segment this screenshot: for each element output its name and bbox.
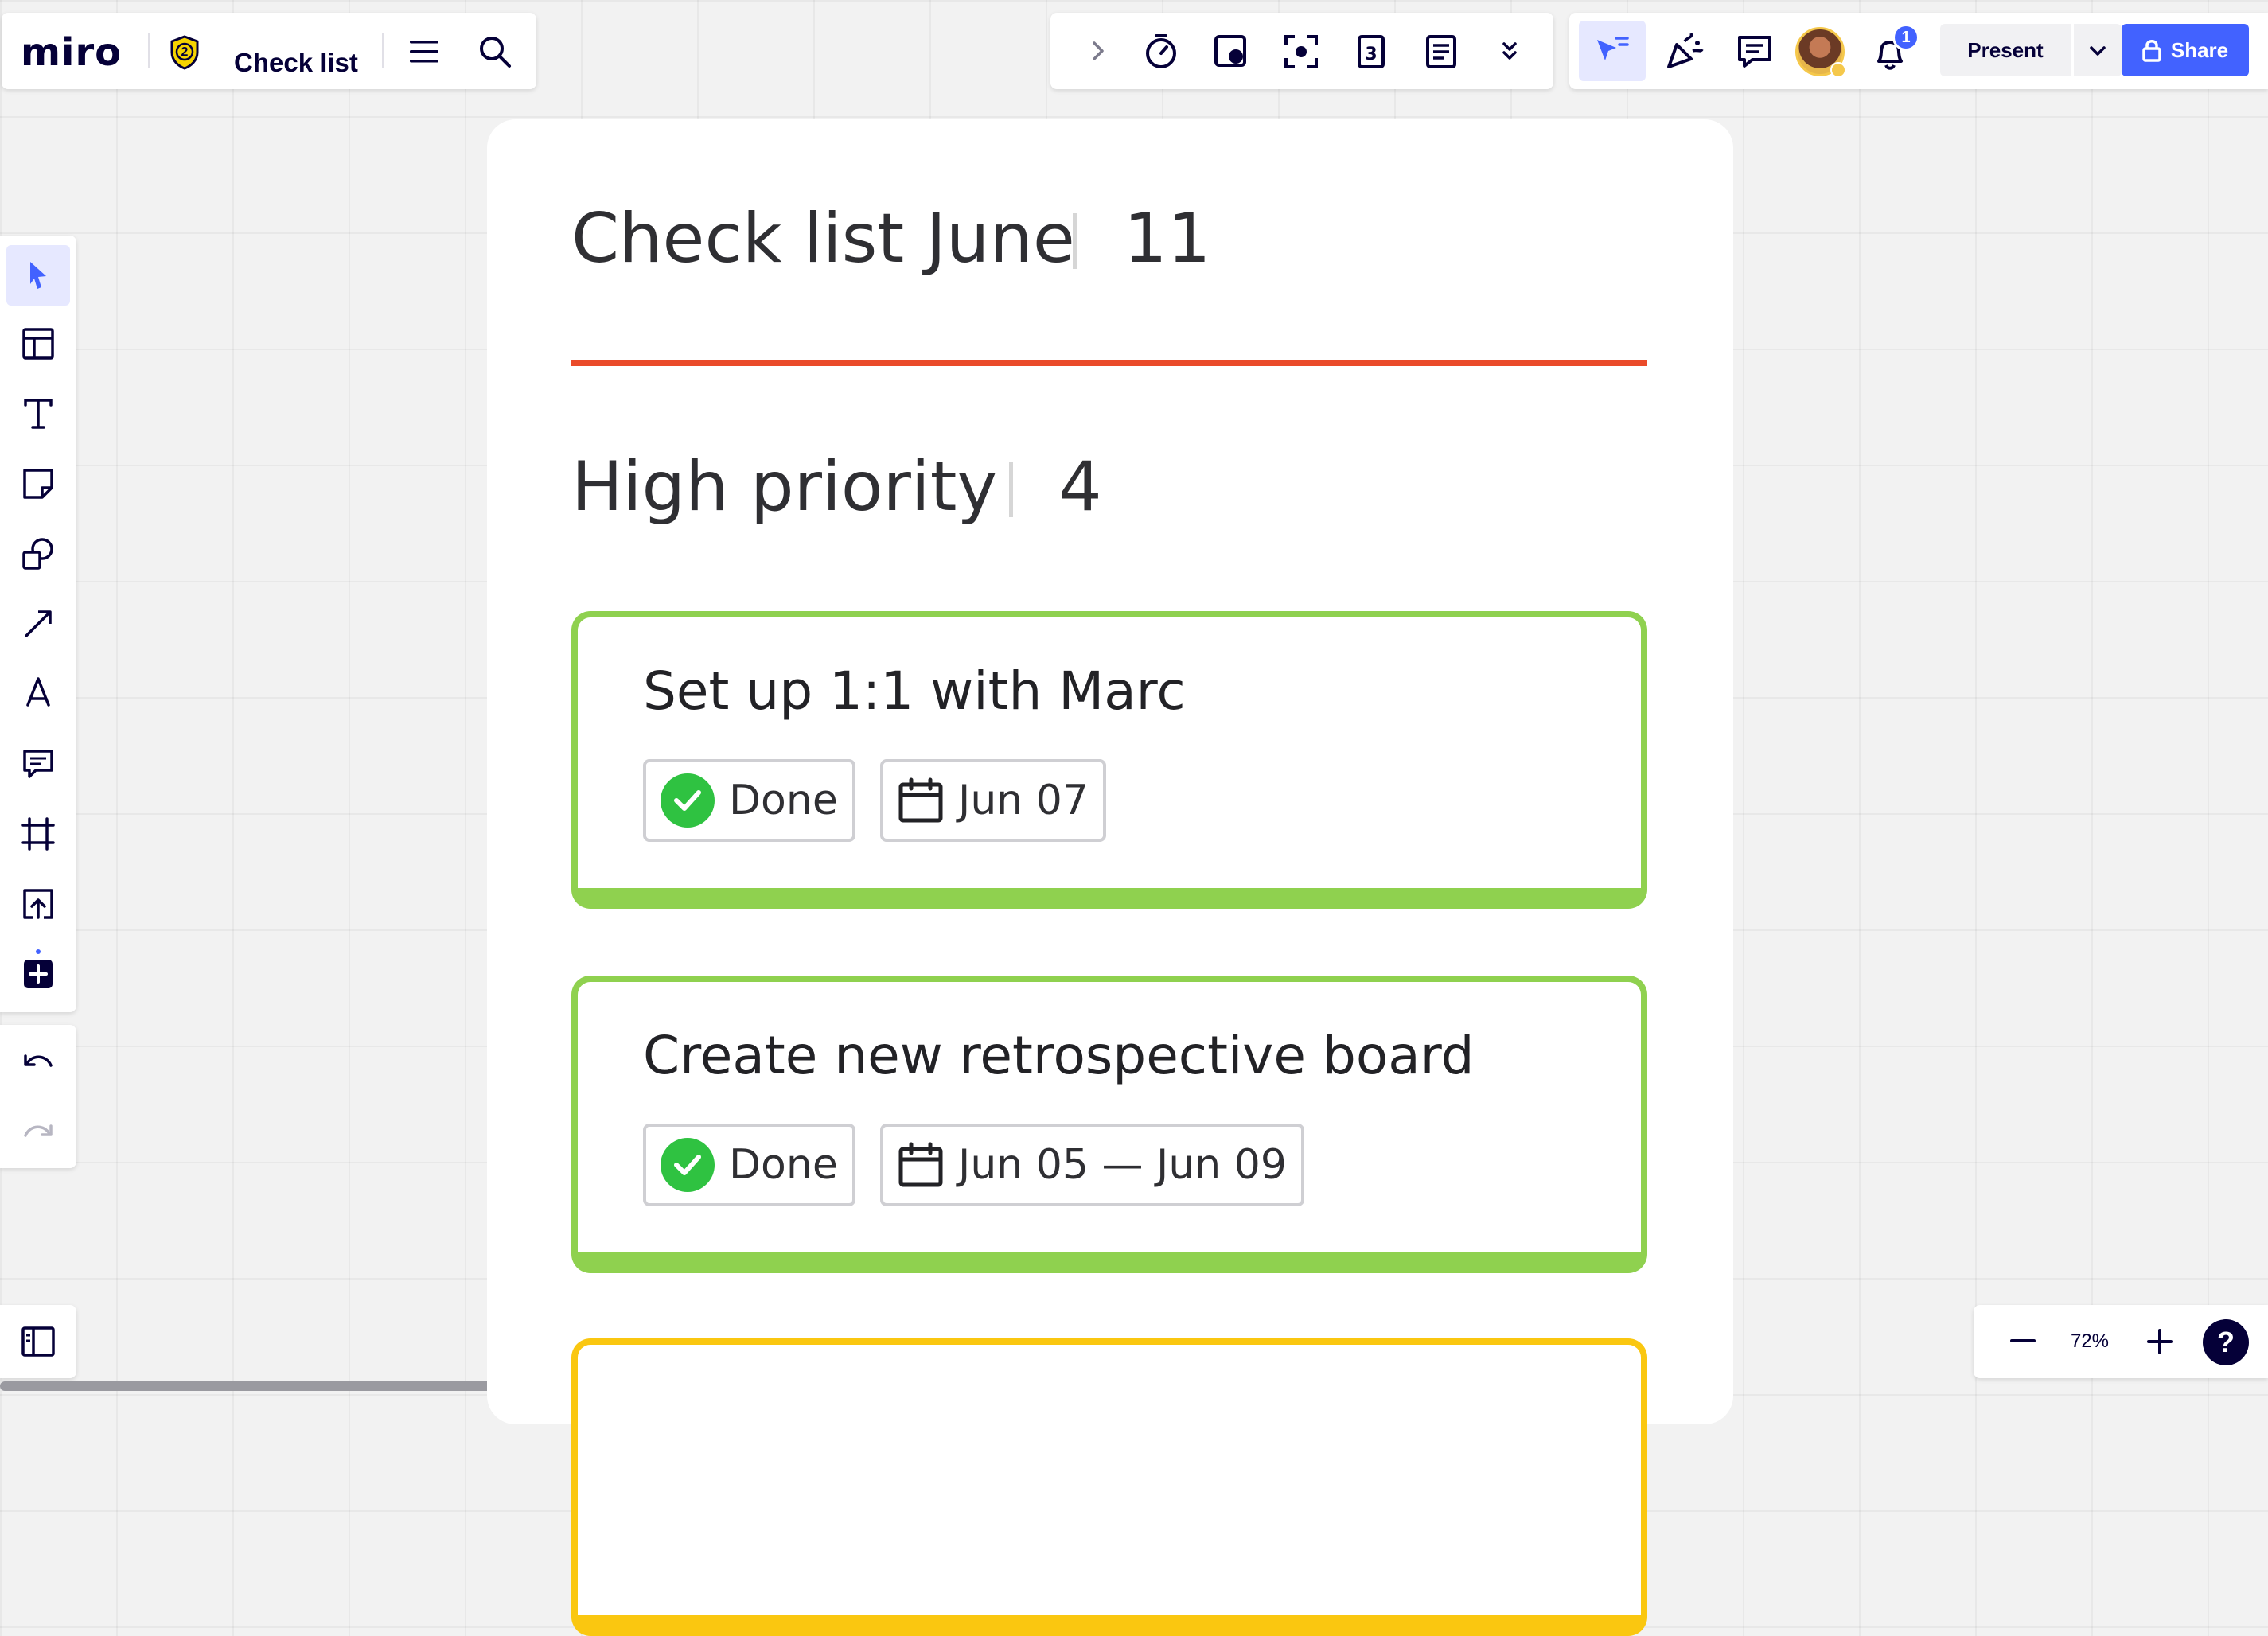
undo-icon[interactable]	[19, 1042, 57, 1081]
help-button[interactable]: ?	[2203, 1319, 2249, 1365]
plan-shield-icon[interactable]: 2	[164, 32, 205, 73]
status-label: Done	[729, 777, 838, 824]
pen-icon[interactable]	[19, 675, 57, 713]
collaborator-cursors-button[interactable]	[1579, 21, 1646, 81]
menu-icon[interactable]	[404, 33, 444, 70]
accent-line[interactable]	[571, 360, 1647, 366]
focus-icon[interactable]	[1281, 32, 1321, 72]
board-header-panel: miro 2 Check list	[2, 13, 536, 89]
checklist-count[interactable]: 11	[1124, 199, 1210, 279]
divider	[148, 33, 150, 68]
chevron-down-icon	[2087, 40, 2109, 62]
section-count[interactable]: 4	[1058, 447, 1102, 527]
chevron-right-icon[interactable]	[1082, 35, 1114, 67]
collaboration-toolbar: 3	[1050, 13, 1553, 89]
voting-icon[interactable]	[1211, 32, 1251, 72]
connection-line-icon[interactable]	[19, 605, 57, 643]
plan-badge-number: 2	[181, 45, 189, 59]
comments-icon[interactable]	[1733, 32, 1776, 72]
present-options-button[interactable]	[2074, 24, 2122, 76]
zoom-out-icon[interactable]	[2004, 1322, 2042, 1361]
more-apps-icon[interactable]	[19, 947, 57, 995]
share-button[interactable]: Share	[2122, 24, 2249, 76]
task-card[interactable]: Create new retrospective board Done Jun …	[571, 976, 1647, 1273]
present-button[interactable]: Present	[1940, 24, 2071, 76]
zoom-in-icon[interactable]	[2141, 1322, 2179, 1361]
timer-icon[interactable]	[1141, 32, 1181, 72]
notification-badge: 1	[1892, 24, 1919, 51]
calendar-icon	[898, 1142, 944, 1188]
cursor-icon	[1592, 32, 1631, 70]
checklist-title[interactable]: Check list June	[571, 199, 1075, 279]
redo-icon[interactable]	[19, 1112, 57, 1151]
status-chip[interactable]: Done	[643, 759, 855, 842]
svg-text:3: 3	[1365, 45, 1377, 64]
shapes-icon[interactable]	[19, 535, 57, 573]
reactions-icon[interactable]	[1662, 30, 1706, 72]
lock-icon	[2142, 38, 2161, 62]
task-card[interactable]	[571, 1338, 1647, 1636]
frame-icon[interactable]	[19, 815, 57, 853]
chevron-double-down-icon[interactable]	[1491, 33, 1528, 70]
section-title[interactable]: High priority	[571, 447, 997, 527]
avatar-status-dot	[1830, 62, 1846, 78]
task-card[interactable]: Set up 1:1 with Marc Done Jun 07	[571, 611, 1647, 909]
date-chip[interactable]: Jun 07	[880, 759, 1106, 842]
frames-panel-toggle[interactable]	[0, 1305, 76, 1378]
zoom-level[interactable]: 72%	[2050, 1305, 2130, 1378]
status-chip[interactable]: Done	[643, 1124, 855, 1206]
date-chip[interactable]: Jun 05 — Jun 09	[880, 1124, 1304, 1206]
countdown-icon[interactable]: 3	[1351, 32, 1391, 72]
check-circle-icon	[661, 1138, 715, 1192]
text-tool-icon[interactable]	[19, 395, 57, 433]
zoom-controls: 72% ?	[1974, 1305, 2268, 1378]
date-label: Jun 07	[958, 777, 1089, 824]
miro-logo[interactable]: miro	[21, 30, 122, 75]
upload-icon[interactable]	[19, 885, 57, 923]
title-divider	[1073, 213, 1077, 269]
date-label: Jun 05 — Jun 09	[958, 1141, 1287, 1189]
section-divider	[1009, 462, 1013, 517]
notes-icon[interactable]	[1421, 32, 1461, 72]
checklist-card[interactable]: Check list June 11 High priority 4 Set u…	[487, 119, 1733, 1636]
calendar-icon	[898, 777, 944, 824]
comment-tool-icon[interactable]	[19, 745, 57, 783]
sidebar-panel-icon	[19, 1322, 57, 1361]
task-title[interactable]: Set up 1:1 with Marc	[643, 660, 1186, 722]
horizontal-scrollbar[interactable]	[0, 1381, 565, 1391]
templates-icon[interactable]	[19, 325, 57, 363]
select-arrow-icon[interactable]	[19, 256, 57, 294]
check-circle-icon	[661, 773, 715, 828]
sticky-note-icon[interactable]	[19, 465, 57, 503]
divider	[382, 33, 384, 68]
status-label: Done	[729, 1141, 838, 1189]
board-title[interactable]: Check list	[234, 48, 358, 78]
creation-toolbar	[0, 236, 76, 1012]
search-icon[interactable]	[474, 32, 516, 72]
top-right-panel: 1 Present Share	[1569, 13, 2268, 89]
task-title[interactable]: Create new retrospective board	[643, 1025, 1475, 1086]
history-toolbar	[0, 1025, 76, 1168]
share-label: Share	[2170, 37, 2229, 62]
